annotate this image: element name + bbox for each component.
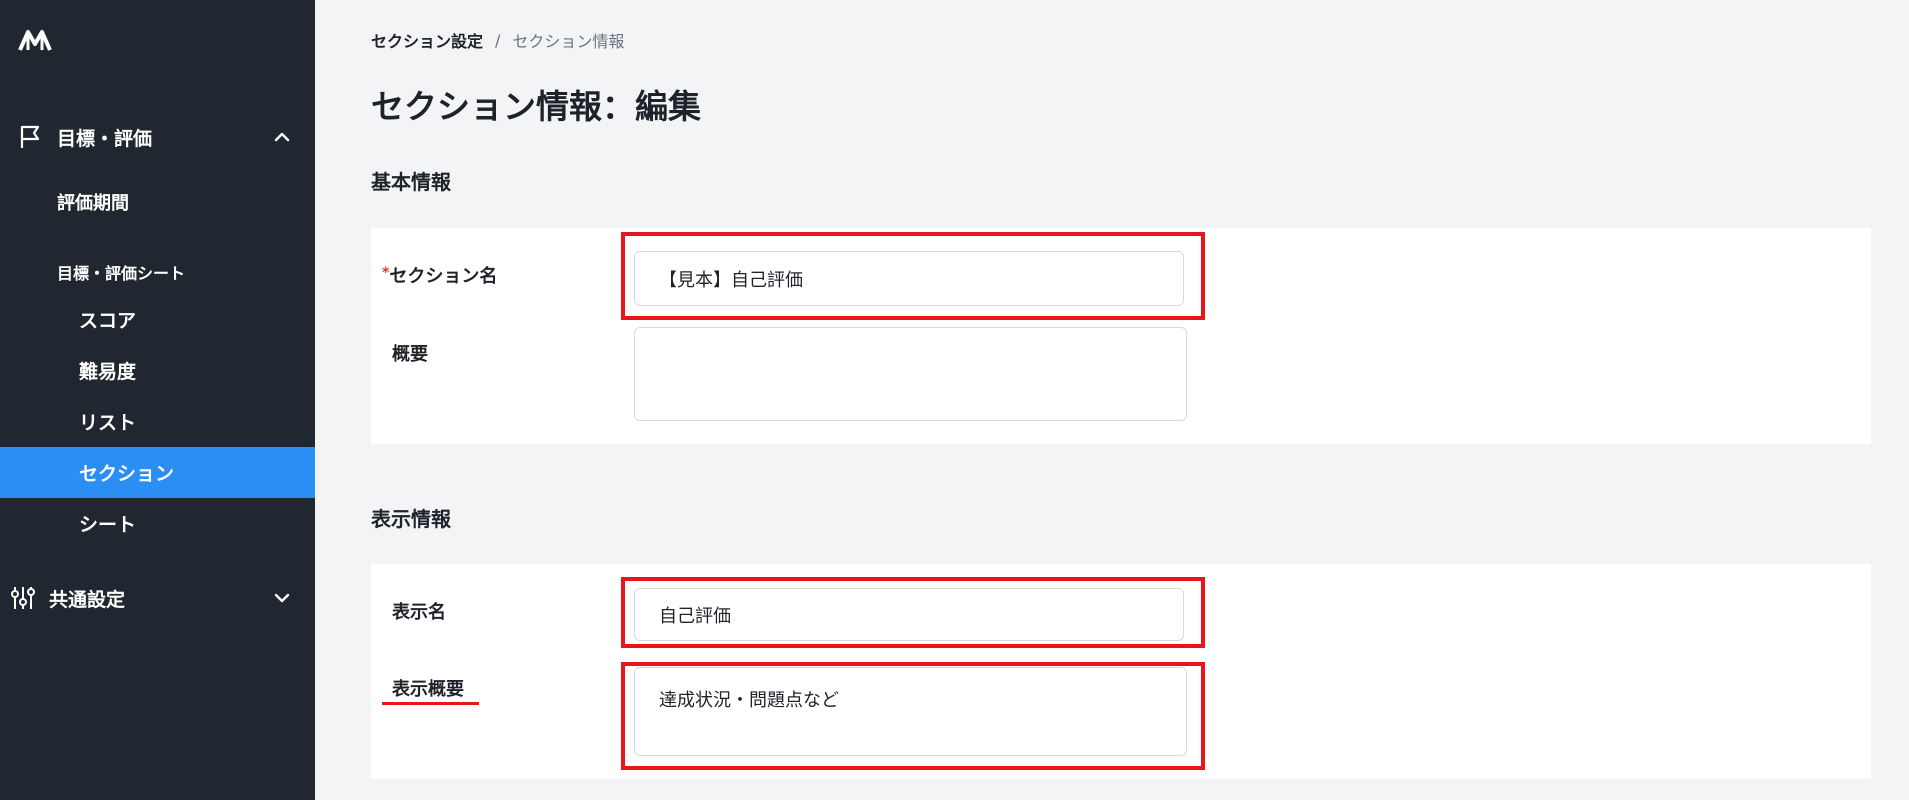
breadcrumb-separator: / [495, 30, 501, 50]
sidebar-item-section[interactable]: セクション [0, 447, 315, 498]
section-name-input[interactable]: 【見本】自己評価 [634, 251, 1184, 306]
chevron-down-icon[interactable] [273, 589, 291, 607]
sidebar-item-list[interactable]: リスト [0, 396, 315, 447]
required-mark: * [382, 265, 390, 281]
nav-item-evaluation-period[interactable]: 評価期間 [57, 189, 129, 215]
section-name-label-text: セクション名 [389, 266, 498, 287]
sliders-icon [11, 587, 35, 609]
overview-label: 概要 [392, 344, 428, 365]
display-name-input[interactable]: 自己評価 [634, 588, 1184, 641]
display-name-label: 表示名 [392, 602, 446, 623]
breadcrumb: セクション設定 / セクション情報 [371, 28, 624, 52]
display-overview-textarea[interactable]: 達成状況・問題点など [634, 667, 1187, 756]
nav-group-goals[interactable]: 目標・評価 [0, 112, 315, 162]
nav-group-label: 共通設定 [49, 588, 126, 611]
annotation-underline [382, 702, 479, 705]
flag-icon [20, 125, 40, 148]
section-title-display-info: 表示情報 [371, 507, 451, 531]
nav-category-sheets: 目標・評価シート [57, 264, 186, 283]
page-title: セクション情報：編集 [371, 87, 701, 126]
brand-logo-icon[interactable] [18, 28, 52, 54]
overview-textarea[interactable] [634, 327, 1187, 421]
sidebar-item-score[interactable]: スコア [0, 294, 315, 345]
nav-group-common-settings[interactable]: 共通設定 [0, 573, 315, 623]
chevron-up-icon[interactable] [273, 128, 291, 146]
breadcrumb-root[interactable]: セクション設定 [371, 28, 483, 52]
sidebar-item-sheet[interactable]: シート [0, 498, 315, 549]
breadcrumb-current: セクション情報 [512, 32, 625, 51]
section-name-label: *セクション名 [382, 262, 497, 288]
sidebar-item-difficulty[interactable]: 難易度 [0, 345, 315, 396]
nav-group-label: 目標・評価 [57, 127, 153, 150]
section-title-basic-info: 基本情報 [371, 170, 451, 194]
display-overview-label: 表示概要 [392, 679, 464, 700]
sidebar: 目標・評価 評価期間 目標・評価シート スコア 難易度 リスト セクション シー… [0, 0, 315, 800]
